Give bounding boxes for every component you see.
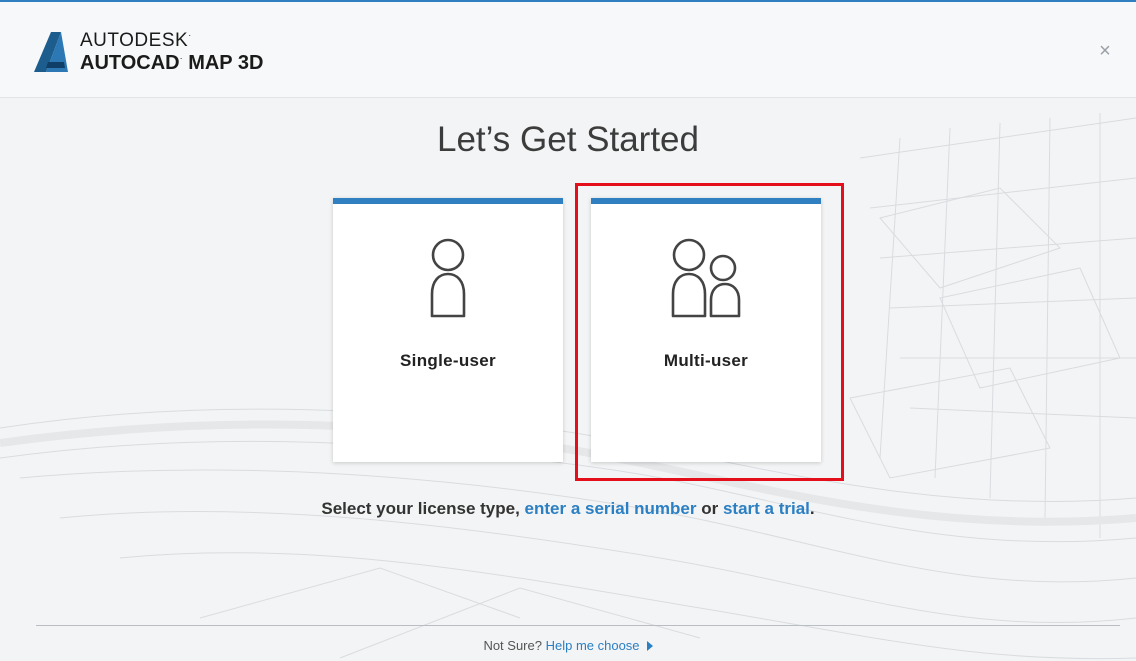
product-name: AUTOCAD· MAP 3D xyxy=(80,52,264,74)
multi-user-icon xyxy=(671,238,741,318)
single-user-label: Single-user xyxy=(400,351,496,370)
single-user-icon xyxy=(430,238,466,318)
license-dialog: AUTODESK· AUTOCAD· MAP 3D × Let’s Get St… xyxy=(0,0,1136,661)
autodesk-a-logo-icon xyxy=(34,32,68,72)
triangle-right-icon xyxy=(646,641,653,651)
footer: Not Sure? Help me choose xyxy=(0,638,1136,653)
help-me-choose-link[interactable]: Help me choose xyxy=(546,638,653,653)
single-user-card[interactable]: Single-user xyxy=(333,198,563,462)
prompt-end-text: . xyxy=(809,499,815,518)
multi-user-card[interactable]: Multi-user xyxy=(591,198,821,462)
close-icon[interactable]: × xyxy=(1094,40,1116,62)
multi-user-label: Multi-user xyxy=(663,351,749,370)
start-trial-link[interactable]: start a trial xyxy=(723,499,810,518)
dialog-header: AUTODESK· AUTOCAD· MAP 3D × xyxy=(0,2,1136,98)
footer-divider xyxy=(36,625,1120,626)
enter-serial-number-link[interactable]: enter a serial number xyxy=(525,499,697,518)
not-sure-text: Not Sure? xyxy=(483,638,546,653)
background-art xyxy=(0,113,1136,660)
company-name: AUTODESK· xyxy=(80,30,192,51)
prompt-or-text: or xyxy=(696,499,723,518)
prompt-text: Select your license type, xyxy=(321,499,525,518)
product-brand: AUTODESK· AUTOCAD· MAP 3D xyxy=(80,30,264,74)
license-prompt: Select your license type, enter a serial… xyxy=(0,499,1136,519)
page-title: Let’s Get Started xyxy=(436,120,699,159)
